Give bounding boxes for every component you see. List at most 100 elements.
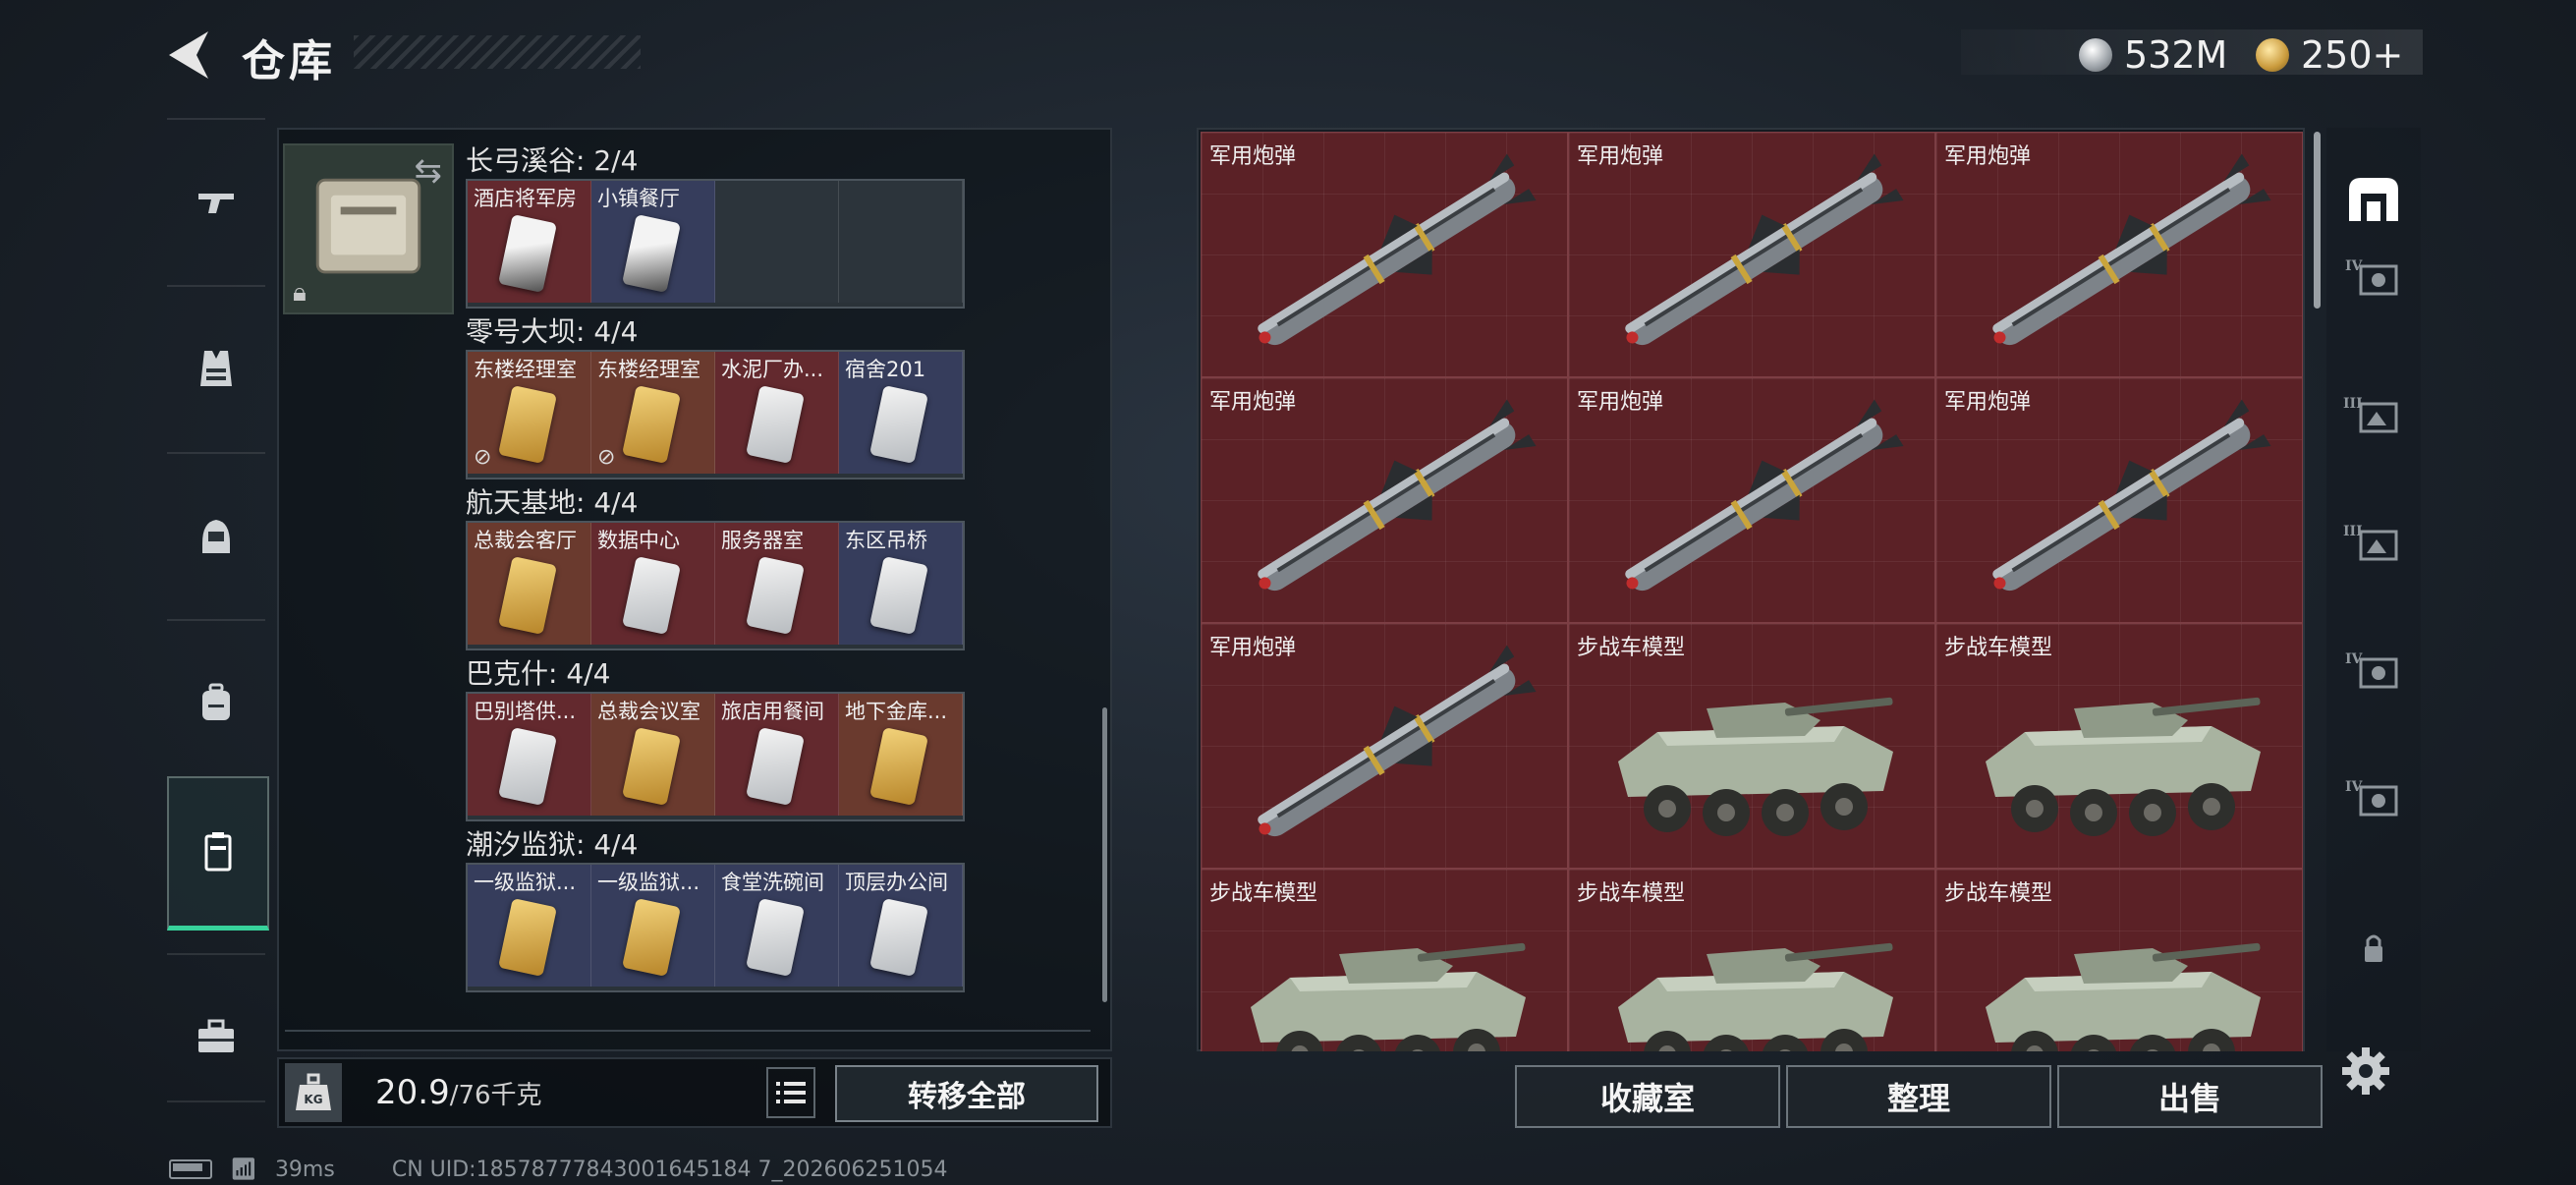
keycard-slot[interactable]: 顶层办公间 <box>839 865 963 987</box>
keycard-label: 食堂洗碗间 <box>721 871 824 894</box>
ifv-model-icon <box>1618 697 1893 836</box>
filter-tier4-c[interactable]: IV <box>2326 747 2421 855</box>
item-label: 军用炮弹 <box>1209 390 1297 415</box>
keycard-image <box>498 385 557 464</box>
keycard-image <box>622 556 681 635</box>
sell-button[interactable]: 出售 <box>2057 1065 2323 1128</box>
nav-item-armor[interactable] <box>167 295 265 442</box>
keycard-image <box>622 214 681 293</box>
nav-item-weapons[interactable] <box>167 128 265 275</box>
nav-item-keycards[interactable] <box>167 776 269 931</box>
location-title: 潮汐监狱: 4/4 <box>466 828 639 861</box>
missile-icon <box>1258 399 1537 592</box>
back-arrow-icon[interactable] <box>165 28 212 83</box>
keycard-label: 旅店用餐间 <box>721 700 824 723</box>
organize-button[interactable]: 整理 <box>1786 1065 2051 1128</box>
toolbox-icon <box>198 1019 234 1052</box>
keycard-slot[interactable]: 东楼经理室 ⊘ <box>591 352 715 474</box>
filter-locked[interactable] <box>2326 894 2421 1002</box>
nav-divider <box>167 619 265 621</box>
filter-tier4-a[interactable]: IV <box>2326 226 2421 334</box>
keycard-slot[interactable]: 小镇餐厅 <box>591 181 715 303</box>
keycard-slot[interactable]: 东区吊桥 <box>839 523 963 645</box>
keycard-slot[interactable]: 酒店将军房 <box>468 181 591 303</box>
swap-icon[interactable]: ⇆ <box>415 151 443 191</box>
kg-icon: KG <box>285 1063 342 1122</box>
keycard-label: 数据中心 <box>597 529 680 552</box>
currency-bar: 532M 250+ <box>1961 29 2423 77</box>
weight-current: 20.9 <box>375 1073 450 1112</box>
status-footer: 📶︎ 39ms CN UID:18578777843001645184 7_20… <box>169 1156 947 1183</box>
nav-item-toolbox[interactable] <box>167 963 265 1110</box>
inventory-item[interactable]: 军用炮弹 <box>1935 132 2303 377</box>
keycard-image <box>498 214 557 293</box>
keycard-slot[interactable]: 数据中心 <box>591 523 715 645</box>
nav-item-backpack[interactable] <box>167 629 265 776</box>
transfer-all-button[interactable]: 转移全部 <box>835 1065 1098 1122</box>
gold-currency[interactable]: 250+ <box>2256 33 2403 77</box>
inventory-item[interactable]: 军用炮弹 <box>1201 377 1568 623</box>
gold-currency-value: 250+ <box>2301 33 2404 77</box>
inventory-item[interactable]: 军用炮弹 <box>1568 377 1935 623</box>
ifv-model-icon <box>1986 697 2261 836</box>
keycard-image <box>498 556 557 635</box>
tier-iii-item-icon: III <box>2343 524 2398 561</box>
keycard-image <box>622 727 681 806</box>
svg-text:KG: KG <box>304 1093 322 1106</box>
missile-icon <box>1992 153 2271 346</box>
scrollbar[interactable] <box>1102 707 1107 1002</box>
inventory-item[interactable]: 步战车模型 <box>1568 869 1935 1051</box>
keycard-image <box>498 898 557 977</box>
keycard-slot[interactable]: 一级监狱... <box>468 865 591 987</box>
inventory-item[interactable]: 军用炮弹 <box>1568 132 1935 377</box>
settings-gear-icon[interactable] <box>2336 1042 2395 1100</box>
silver-currency-value: 532M <box>2124 33 2228 77</box>
keycard-slot[interactable]: 巴别塔供... <box>468 694 591 816</box>
missile-icon <box>1258 645 1537 837</box>
filter-tier3-a[interactable]: III <box>2326 364 2421 472</box>
inventory-item[interactable]: 步战车模型 <box>1935 869 2303 1051</box>
keycard-label: 东楼经理室 <box>474 358 577 381</box>
empty-keycard-slot <box>839 181 963 303</box>
page-title: 仓库 <box>242 36 336 86</box>
inventory-item[interactable]: 步战车模型 <box>1201 869 1568 1051</box>
keycard-case-thumbnail[interactable]: ⇆ 🔒︎ <box>283 143 454 314</box>
inventory-grid: 军用炮弹 军用炮弹 军用炮弹 军用炮弹 军用炮弹 军用炮弹 军用炮弹 步战车模型… <box>1201 132 2303 1051</box>
list-icon <box>776 1082 806 1103</box>
keycard-slot[interactable]: 总裁会议室 <box>591 694 715 816</box>
location-title: 巴克什: 4/4 <box>466 657 611 690</box>
keycard-label: 地下金库... <box>845 700 948 723</box>
list-view-button[interactable] <box>766 1067 815 1118</box>
keycard-slot[interactable]: 食堂洗碗间 <box>715 865 839 987</box>
keycard-image <box>622 898 681 977</box>
keycard-slot[interactable]: 地下金库... <box>839 694 963 816</box>
keycard-image <box>746 898 805 977</box>
location-title: 航天基地: 4/4 <box>466 486 639 519</box>
collection-room-button[interactable]: 收藏室 <box>1515 1065 1780 1128</box>
keycard-slot[interactable]: 服务器室 <box>715 523 839 645</box>
keycard-slot[interactable]: 水泥厂办... <box>715 352 839 474</box>
missile-icon <box>1992 399 2271 592</box>
inventory-item[interactable]: 军用炮弹 <box>1935 377 2303 623</box>
keycard-image <box>746 556 805 635</box>
inventory-item[interactable]: 军用炮弹 <box>1201 132 1568 377</box>
filter-tier3-b[interactable]: III <box>2326 491 2421 599</box>
scrollbar[interactable] <box>2314 132 2321 309</box>
ifv-model-icon <box>1986 942 2261 1051</box>
keycard-image <box>622 385 681 464</box>
keycard-slot[interactable]: 宿舍201 <box>839 352 963 474</box>
inventory-item[interactable]: 步战车模型 <box>1568 623 1935 869</box>
keycard-image <box>869 385 928 464</box>
keycard-slot[interactable]: 东楼经理室 ⊘ <box>468 352 591 474</box>
nav-item-helmet[interactable] <box>167 462 265 609</box>
filter-tier4-b[interactable]: IV <box>2326 619 2421 727</box>
item-label: 步战车模型 <box>1577 881 1686 906</box>
silver-currency[interactable]: 532M <box>2079 33 2227 77</box>
keycard-slot[interactable]: 旅店用餐间 <box>715 694 839 816</box>
keycard-image <box>746 727 805 806</box>
inventory-item[interactable]: 军用炮弹 <box>1201 623 1568 869</box>
inventory-item[interactable]: 步战车模型 <box>1935 623 2303 869</box>
keycard-slot[interactable]: 总裁会客厅 <box>468 523 591 645</box>
nav-divider <box>167 118 265 120</box>
keycard-slot[interactable]: 一级监狱... <box>591 865 715 987</box>
